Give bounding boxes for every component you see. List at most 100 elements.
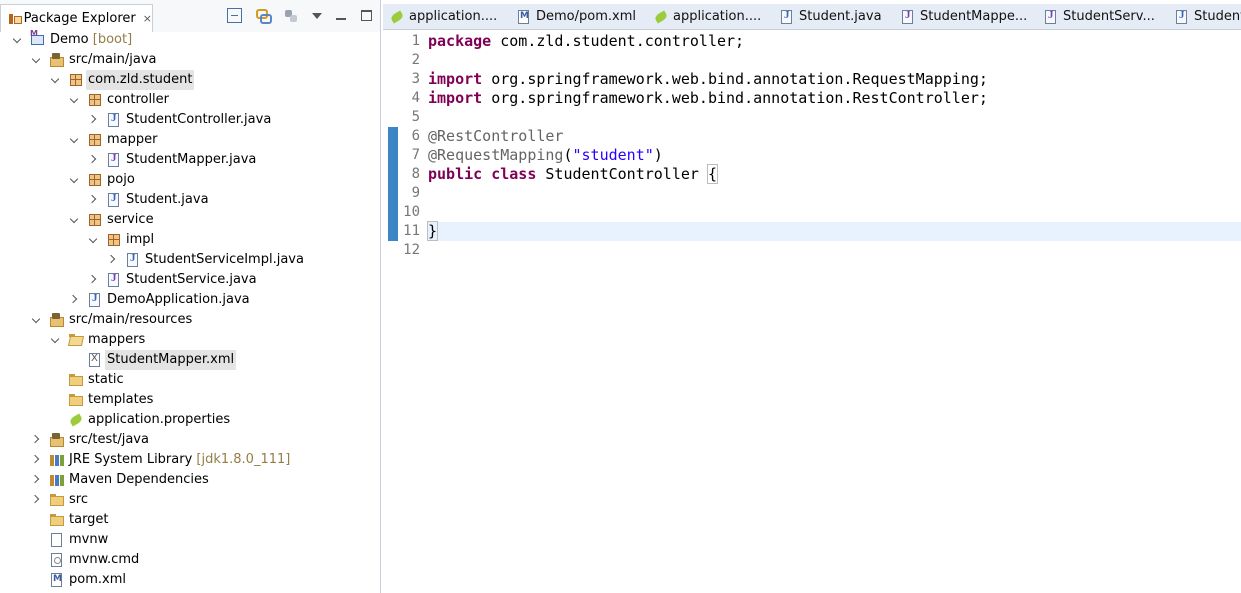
editor-tab[interactable]: StudentServ... [1037, 4, 1168, 29]
tree-item[interactable]: StudentController.java [0, 110, 380, 130]
tree-item[interactable]: Maven Dependencies [0, 470, 380, 490]
tree-item[interactable]: JRE System Library [jdk1.8.0_111] [0, 450, 380, 470]
code-line[interactable]: public class StudentController { [428, 164, 1241, 184]
chevron-right-icon[interactable] [31, 470, 43, 490]
tree-item-name: StudentMapper.xml [107, 352, 235, 367]
tree-item-label: src/main/java [69, 50, 156, 70]
tree-item-label: pom.xml [69, 570, 126, 590]
tree-item[interactable]: StudentServiceImpl.java [0, 250, 380, 270]
code-line[interactable]: @RequestMapping("student") [428, 146, 1241, 165]
tree-item[interactable]: mvnw.cmd [0, 550, 380, 570]
tree-item[interactable]: StudentMapper.xml [0, 350, 380, 370]
tree-item[interactable]: com.zld.student [0, 70, 380, 90]
chevron-right-icon[interactable] [31, 430, 43, 450]
code-token: "student" [572, 146, 654, 164]
tree-item-name: mapper [107, 132, 158, 147]
editor-tab-bar: application.... Demo/pom.xml application..… [383, 4, 1241, 30]
chevron-right-icon[interactable] [69, 290, 81, 310]
editor-tab[interactable]: Demo/pom.xml [510, 4, 647, 29]
editor-tab[interactable]: application.... [383, 4, 510, 29]
code-token: import [428, 89, 483, 107]
editor-tab-label: application.... [673, 9, 762, 24]
view-menu-icon[interactable] [311, 10, 322, 21]
tree-item[interactable]: impl [0, 230, 380, 250]
code-line[interactable] [428, 241, 1241, 260]
tree-item[interactable]: pom.xml [0, 570, 380, 590]
tree-item[interactable]: mvnw [0, 530, 380, 550]
chevron-down-icon[interactable] [31, 50, 43, 70]
code-line[interactable]: import org.springframework.web.bind.anno… [428, 70, 1241, 89]
package-icon [87, 172, 103, 188]
chevron-right-icon[interactable] [31, 450, 43, 470]
tree-item[interactable]: src/main/resources [0, 310, 380, 330]
tree-item[interactable]: mapper [0, 130, 380, 150]
editor-tab[interactable]: Student.java [773, 4, 894, 29]
code-line[interactable]: import org.springframework.web.bind.anno… [428, 89, 1241, 108]
tree-item[interactable]: target [0, 510, 380, 530]
code-line[interactable]: } [426, 221, 1241, 241]
tree-item[interactable]: StudentMapper.java [0, 150, 380, 170]
editor-tab[interactable]: StudentS [1168, 4, 1241, 29]
tree-item-label: controller [107, 90, 169, 110]
chevron-down-icon[interactable] [69, 130, 81, 150]
code-line[interactable]: package com.zld.student.controller; [428, 32, 1241, 51]
chevron-down-icon[interactable] [69, 170, 81, 190]
tree-item[interactable]: controller [0, 90, 380, 110]
code-line[interactable] [428, 203, 1241, 222]
code-token: { [706, 164, 719, 184]
chevron-down-icon[interactable] [12, 30, 24, 50]
code-line[interactable] [428, 184, 1241, 203]
tree-item-name: src/test/java [69, 432, 149, 447]
code-token: com.zld.student.controller; [491, 32, 745, 50]
chevron-down-icon[interactable] [50, 70, 62, 90]
code-token: class [491, 165, 537, 183]
tree-item[interactable]: DemoApplication.java [0, 290, 380, 310]
tree-item[interactable]: pojo [0, 170, 380, 190]
code-line[interactable]: @RestController [428, 127, 1241, 146]
tree-item[interactable]: mappers [0, 330, 380, 350]
code-line[interactable] [428, 51, 1241, 70]
link-with-editor-icon[interactable] [255, 8, 272, 24]
tree-item[interactable]: StudentService.java [0, 270, 380, 290]
tree-item-label: impl [126, 230, 154, 250]
code-token: public [428, 165, 483, 183]
tree-item[interactable]: src [0, 490, 380, 510]
chevron-down-icon[interactable] [31, 310, 43, 330]
tree-item[interactable]: src/main/java [0, 50, 380, 70]
chevron-right-icon[interactable] [88, 190, 100, 210]
chevron-down-icon[interactable] [69, 90, 81, 110]
code-area[interactable]: package com.zld.student.controller; impor… [426, 30, 1241, 593]
chevron-right-icon[interactable] [88, 270, 100, 290]
tree-item-label: mvnw.cmd [69, 550, 139, 570]
collapse-all-icon[interactable] [227, 8, 242, 23]
code-line[interactable] [428, 108, 1241, 127]
chevron-right-icon[interactable] [31, 490, 43, 510]
tree-item[interactable]: service [0, 210, 380, 230]
tree-item[interactable]: application.properties [0, 410, 380, 430]
chevron-right-icon[interactable] [107, 250, 119, 270]
close-icon[interactable]: × [143, 12, 152, 25]
focus-icon[interactable] [283, 8, 298, 23]
editor-tab[interactable]: StudentMappe... [894, 4, 1037, 29]
tree-item[interactable]: static [0, 370, 380, 390]
tree-item-label: StudentServiceImpl.java [145, 250, 304, 270]
maximize-icon[interactable] [361, 10, 372, 21]
tree-item[interactable]: Demo [boot] [0, 29, 380, 50]
chevron-down-icon[interactable] [69, 210, 81, 230]
chevron-down-icon[interactable] [88, 230, 100, 250]
chevron-down-icon[interactable] [50, 330, 62, 350]
code-token: @RestController [428, 127, 564, 145]
editor-tab[interactable]: application.... [647, 4, 773, 29]
tree-item[interactable]: Student.java [0, 190, 380, 210]
tree-item[interactable]: src/test/java [0, 430, 380, 450]
tree-item[interactable]: templates [0, 390, 380, 410]
package-explorer-tab[interactable]: Package Explorer × [0, 4, 153, 32]
minimize-icon[interactable] [335, 9, 348, 22]
chevron-right-icon[interactable] [88, 150, 100, 170]
code-token: @RequestMapping [428, 146, 564, 164]
text-caret [437, 223, 439, 239]
chevron-right-icon[interactable] [88, 110, 100, 130]
tree-item-decoration: [jdk1.8.0_111] [192, 452, 291, 467]
tree-item-label: service [107, 210, 154, 230]
tree-item-name: pom.xml [69, 572, 126, 587]
